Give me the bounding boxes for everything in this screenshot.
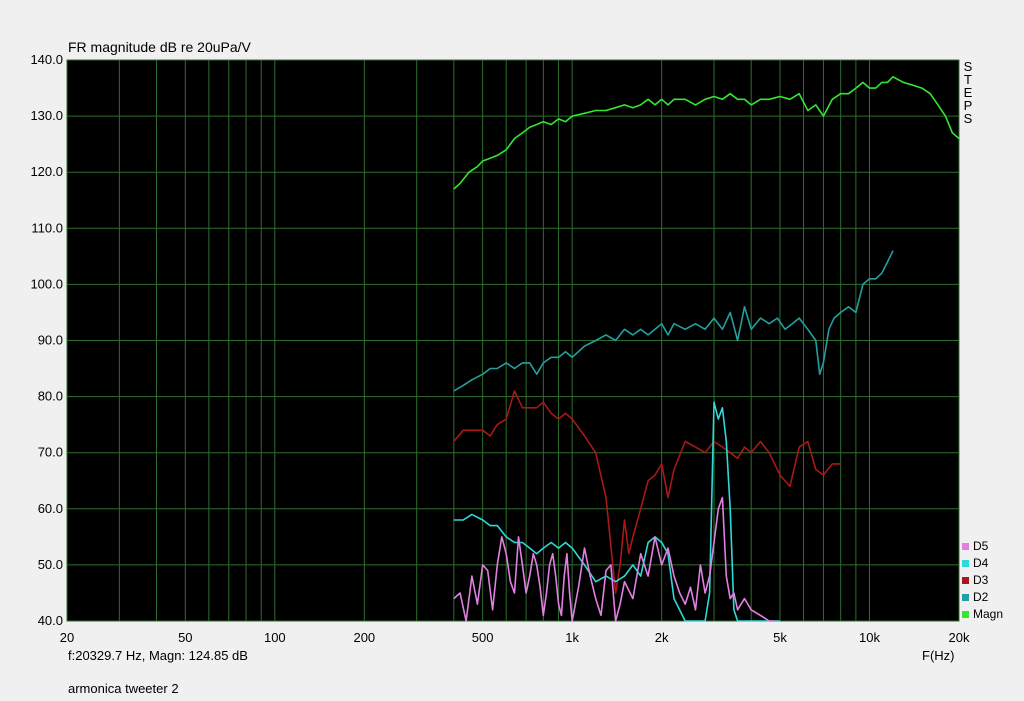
y-tick-label: 70.0: [38, 445, 63, 460]
cursor-readout: f:20329.7 Hz, Magn: 124.85 dB: [68, 648, 248, 663]
legend-item-d3[interactable]: D3: [962, 572, 1003, 589]
legend-swatch: [962, 543, 969, 550]
x-tick-label: 5k: [773, 630, 787, 645]
y-tick-label: 140.0: [30, 52, 63, 67]
fr-chart: 140.0 130.0 120.0 110.0 100.0 90.0 80.0 70.0 60.…: [30, 52, 970, 645]
legend-swatch: [962, 611, 969, 618]
y-tick-label: 130.0: [30, 108, 63, 123]
y-tick-label: 110.0: [31, 220, 63, 235]
x-tick-label: 2k: [655, 630, 669, 645]
x-tick-label: 20k: [949, 630, 970, 645]
legend-item-d4[interactable]: D4: [962, 555, 1003, 572]
steps-letter: S: [963, 111, 973, 126]
legend-item-d2[interactable]: D2: [962, 589, 1003, 606]
legend-swatch: [962, 560, 969, 567]
y-tick-label: 100.0: [30, 276, 63, 291]
legend-item-magn[interactable]: Magn: [962, 606, 1003, 623]
steps-label[interactable]: STEPS: [962, 60, 974, 125]
legend-swatch: [962, 577, 969, 584]
y-tick-label: 50.0: [38, 557, 63, 572]
legend-item-d5[interactable]: D5: [962, 538, 1003, 555]
legend-label: D2: [973, 590, 989, 604]
x-tick-label: 100: [264, 630, 286, 645]
x-tick-label: 200: [353, 630, 375, 645]
y-tick-label: 90.0: [38, 333, 63, 348]
legend-label: Magn: [973, 607, 1004, 621]
x-tick-label: 1k: [565, 630, 579, 645]
y-tick-label: 60.0: [38, 501, 63, 516]
legend: D5 D4 D3 D2 Magn: [962, 538, 1003, 623]
footer-label: armonica tweeter 2: [68, 681, 179, 696]
y-tick-label: 40.0: [38, 613, 63, 628]
legend-label: D5: [973, 539, 989, 553]
chart-title: FR magnitude dB re 20uPa/V: [68, 39, 251, 55]
x-tick-label: 20: [60, 630, 74, 645]
x-tick-label: 10k: [859, 630, 880, 645]
x-tick-label: 50: [178, 630, 192, 645]
y-tick-label: 80.0: [38, 389, 63, 404]
x-tick-label: 500: [472, 630, 494, 645]
legend-label: D4: [973, 556, 989, 570]
legend-swatch: [962, 594, 969, 601]
y-tick-label: 120.0: [30, 164, 63, 179]
legend-label: D3: [973, 573, 989, 587]
x-axis-label: F(Hz): [922, 648, 955, 663]
